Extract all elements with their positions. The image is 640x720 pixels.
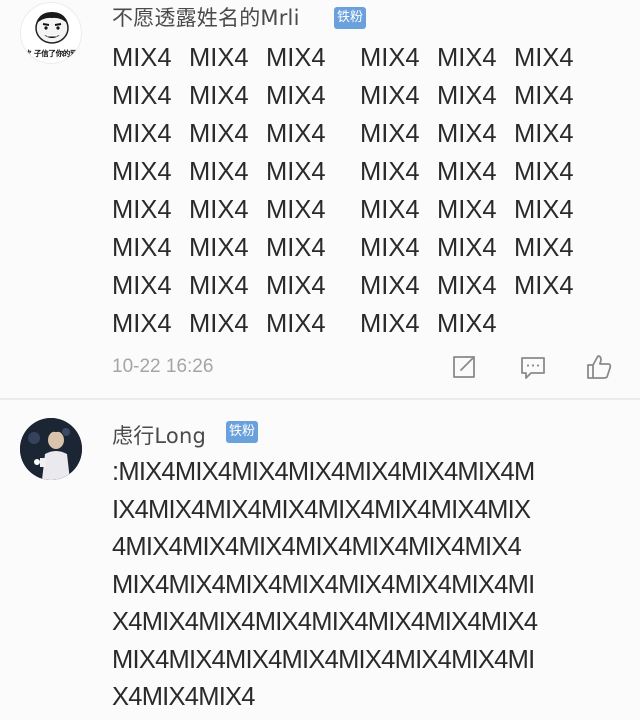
fan-badge: 铁粉	[226, 421, 259, 443]
text-line: 4MIX4MIX4MIX4MIX4MIX4MIX4MIX4	[112, 533, 522, 561]
comment-body: :MIX4MIX4MIX4MIX4MIX4MIX4MIX4M IX4MIX4MI…	[112, 454, 632, 717]
user-photo-icon	[20, 418, 82, 480]
text-line: :MIX4MIX4MIX4MIX4MIX4MIX4MIX4M	[112, 458, 535, 486]
avatar[interactable]	[20, 418, 82, 480]
text-line: X4MIX4MIX4	[112, 683, 255, 711]
text-line: X4MIX4MIX4MIX4MIX4MIX4MIX4MIX4	[112, 608, 538, 636]
text-line: IX4MIX4MIX4MIX4MIX4MIX4MIX4MIX	[112, 495, 531, 524]
comment-username[interactable]: 虑行Long	[112, 420, 206, 450]
text-line: MIX4MIX4MIX4MIX4MIX4MIX4MIX4MI	[112, 645, 535, 674]
text-line: MIX4MIX4MIX4MIX4MIX4MIX4MIX4MI	[112, 570, 535, 599]
comment-2: 虑行Long 铁粉 :MIX4MIX4MIX4MIX4MIX4MIX4MIX4M…	[0, 0, 640, 720]
